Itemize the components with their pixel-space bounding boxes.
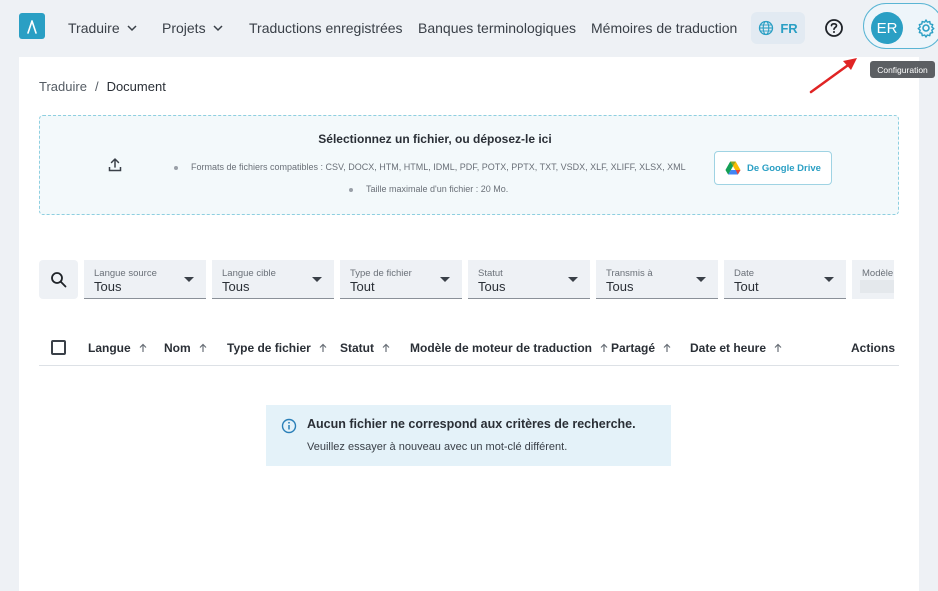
breadcrumb-current: Document — [106, 79, 166, 94]
nav-item-label: Mémoires de traduction — [591, 20, 738, 36]
filter-value: Tout — [350, 279, 375, 294]
caret-down-icon — [312, 277, 322, 282]
sort-arrow-up-icon — [199, 343, 207, 352]
nav-item-label: Projets — [162, 20, 206, 36]
filter-date[interactable]: Date Tout — [724, 260, 846, 299]
filter-value-placeholder — [860, 280, 894, 293]
filter-type-de-fichier[interactable]: Type de fichier Tout — [340, 260, 462, 299]
dropzone-title: Sélectionnez un fichier, ou déposez-le i… — [0, 132, 870, 146]
caret-down-icon — [184, 277, 194, 282]
app-logo[interactable] — [19, 13, 45, 39]
filter-value: Tout — [734, 279, 759, 294]
filter-value: Tous — [222, 279, 250, 294]
nav-item-label: Banques terminologiques — [418, 20, 576, 36]
breadcrumb-root[interactable]: Traduire — [39, 79, 87, 94]
caret-down-icon — [824, 277, 834, 282]
filter-label: Type de fichier — [350, 268, 412, 279]
info-icon — [281, 418, 297, 434]
gear-icon[interactable] — [916, 18, 936, 38]
column-header-label: Statut — [340, 341, 374, 355]
column-header-actions: Actions — [851, 341, 895, 355]
google-drive-label: De Google Drive — [747, 162, 821, 174]
language-label: FR — [780, 20, 798, 36]
column-header-nom[interactable]: Nom — [164, 341, 208, 355]
annotation-arrow-icon — [809, 58, 857, 94]
nav-item-label: Traductions enregistrées — [249, 20, 403, 36]
filter-label: Langue source — [94, 268, 157, 279]
filter-label: Langue cible — [222, 268, 276, 279]
column-header-label: Nom — [164, 341, 191, 355]
filter-label: Transmis à — [606, 268, 653, 279]
caret-down-icon — [568, 277, 578, 282]
search-button[interactable] — [39, 260, 78, 299]
column-header-label: Date et heure — [690, 341, 767, 355]
column-header-label: Modèle de moteur de traduction — [410, 341, 593, 355]
filter-langue-source[interactable]: Langue source Tous — [84, 260, 206, 299]
empty-state-notice: Aucun fichier ne correspond aux critères… — [266, 405, 671, 466]
sort-arrow-up-icon — [600, 343, 608, 352]
filter-label: Date — [734, 268, 755, 279]
filter-value: Tous — [606, 279, 634, 294]
column-header-date-et-heure[interactable]: Date et heure — [690, 341, 783, 355]
chevron-down-icon — [127, 25, 137, 32]
column-header-label: Type de fichier — [227, 341, 311, 355]
breadcrumb-separator: / — [94, 79, 99, 94]
upload-icon — [108, 157, 122, 172]
search-icon — [51, 272, 67, 288]
dropzone-formats: Formats de fichiers compatibles : CSV, D… — [174, 162, 686, 172]
nav-item-banques-terminologiques[interactable]: Banques terminologiques — [418, 20, 576, 36]
column-header-partage[interactable]: Partagé — [611, 341, 672, 355]
nav-item-traduire[interactable]: Traduire — [68, 20, 138, 36]
filter-value: Tous — [478, 279, 506, 294]
configuration-tooltip: Configuration — [870, 61, 935, 78]
tooltip-text: Configuration — [877, 64, 928, 75]
column-header-statut[interactable]: Statut — [340, 341, 391, 355]
google-drive-button[interactable]: De Google Drive — [714, 151, 832, 185]
filter-label: Modèle — [862, 268, 894, 279]
caret-down-icon — [440, 277, 450, 282]
column-header-label: Partagé — [611, 341, 656, 355]
notice-subtitle: Veuillez essayer à nouveau avec un mot-c… — [307, 441, 568, 453]
sort-arrow-up-icon — [382, 343, 390, 352]
avatar[interactable]: ER — [871, 12, 903, 44]
nav-item-memoires-de-traduction[interactable]: Mémoires de traduction — [591, 20, 737, 36]
filter-label: Statut — [478, 268, 503, 279]
chevron-down-icon — [213, 25, 223, 32]
breadcrumb: Traduire / Document — [39, 79, 166, 94]
help-icon[interactable] — [824, 18, 844, 38]
column-header-label: Langue — [88, 341, 131, 355]
sort-arrow-up-icon — [774, 343, 782, 352]
notice-title: Aucun fichier ne correspond aux critères… — [307, 417, 636, 431]
google-drive-icon — [725, 161, 741, 175]
filter-modele[interactable]: Modèle — [852, 260, 894, 299]
column-header-modele-moteur[interactable]: Modèle de moteur de traduction — [410, 341, 609, 355]
globe-icon — [759, 20, 774, 36]
sort-arrow-up-icon — [319, 343, 327, 352]
sort-arrow-up-icon — [139, 343, 147, 352]
nav-item-projets[interactable]: Projets — [162, 20, 224, 36]
filter-transmis-a[interactable]: Transmis à Tous — [596, 260, 718, 299]
dropzone-max-size: Taille maximale d'un fichier : 20 Mo. — [348, 184, 509, 194]
lambda-logo-icon — [27, 20, 37, 34]
nav-item-traductions-enregistrees[interactable]: Traductions enregistrées — [249, 20, 403, 36]
filter-value: Tous — [94, 279, 122, 294]
dropzone-title-text: Sélectionnez un fichier, ou déposez-le i… — [318, 132, 552, 146]
nav-item-label: Traduire — [68, 20, 120, 36]
sort-arrow-up-icon — [663, 343, 671, 352]
filter-langue-cible[interactable]: Langue cible Tous — [212, 260, 334, 299]
column-header-label: Actions — [851, 341, 896, 355]
language-button[interactable]: FR — [751, 12, 805, 44]
filter-statut[interactable]: Statut Tous — [468, 260, 590, 299]
caret-down-icon — [696, 277, 706, 282]
column-header-type-de-fichier[interactable]: Type de fichier — [227, 341, 328, 355]
avatar-initials: ER — [876, 19, 898, 37]
column-header-langue[interactable]: Langue — [88, 341, 148, 355]
select-all-checkbox[interactable] — [51, 340, 66, 355]
